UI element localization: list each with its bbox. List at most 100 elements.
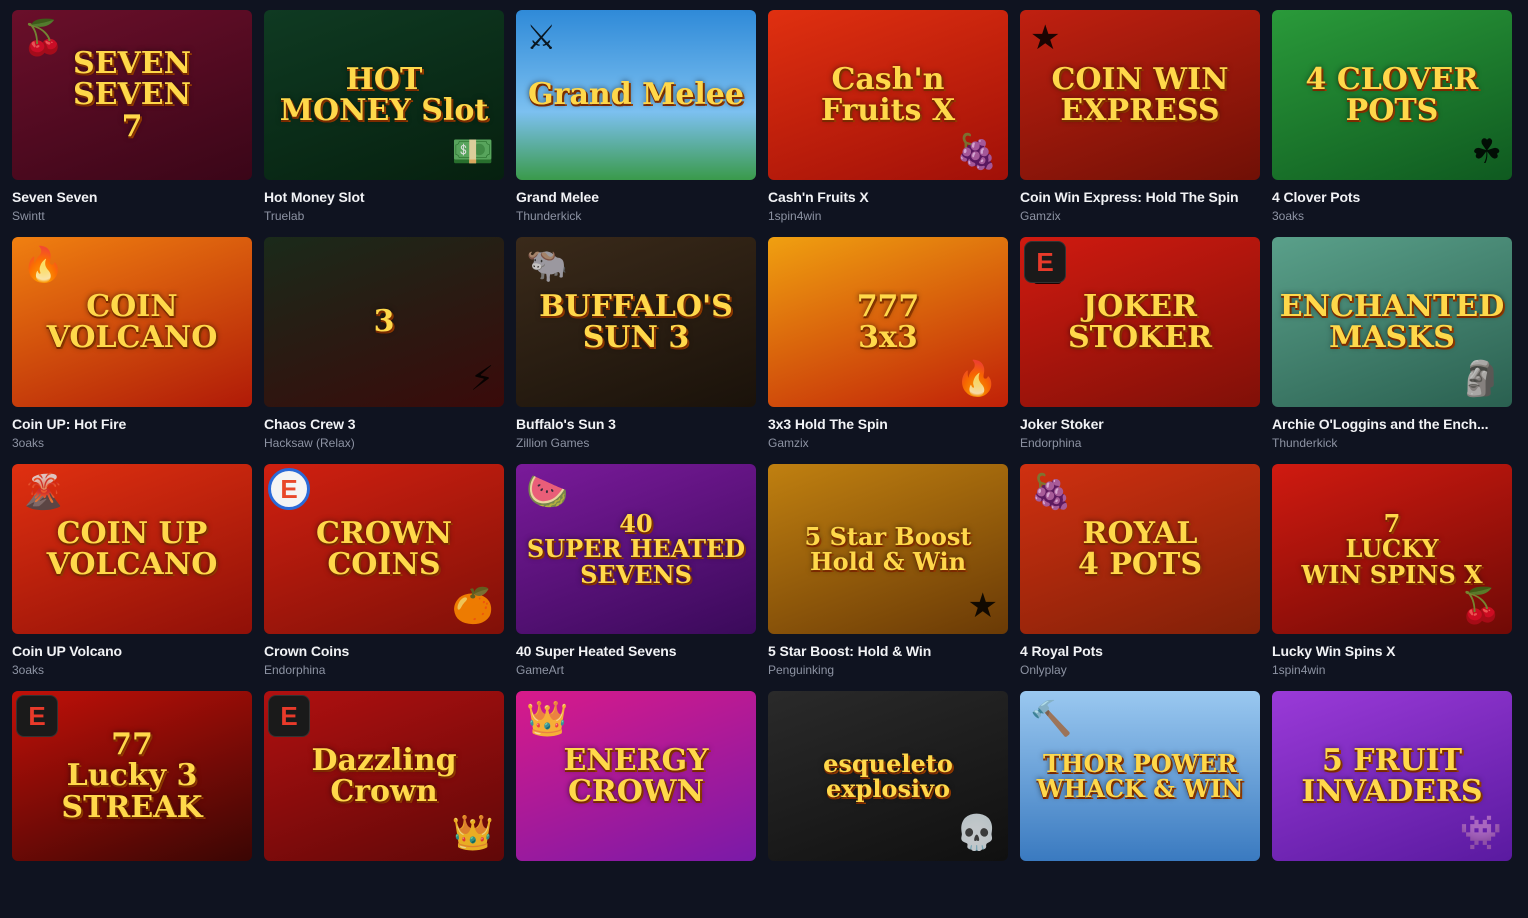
provider-badge-icon: E [268,695,310,737]
game-card[interactable]: ★ COIN WIN EXPRESS Coin Win Express: Hold … [1020,10,1260,237]
provider-badge-icon: E [16,695,58,737]
volcano-icon: 🔥 [22,245,65,285]
game-thumbnail[interactable]: 🍇 ROYAL 4 POTS [1020,464,1260,634]
game-logo-art: Dazzling Crown [311,742,457,809]
game-card[interactable]: 🍉 40 SUPER HEATED SEVENS 40 Super Heated S… [516,464,756,691]
game-card[interactable]: ★ 5 Star Boost Hold & Win 5 Star Boost: Ho… [768,464,1008,691]
game-card[interactable]: 🍒 7 LUCKY WIN SPINS X Lucky Win Spins X 1sp… [1272,464,1512,691]
game-thumbnail[interactable]: 👑 Dazzling Crown E [264,691,504,861]
game-title[interactable]: Archie O'Loggins and the Ench... [1272,416,1512,432]
game-logo-art: ROYAL 4 POTS [1078,515,1202,582]
game-card[interactable]: 🃏JOKER STOKERE Joker Stoker Endorphina [1020,237,1260,464]
game-title[interactable]: Crown Coins [264,643,504,659]
game-logo-art: ENCHANTED MASKS [1279,288,1505,355]
game-thumbnail[interactable]: 🍇 Cash'n Fruits X [768,10,1008,180]
game-title[interactable]: Joker Stoker [1020,416,1260,432]
coin-icon: ★ [1030,18,1061,58]
game-card[interactable]: 💵 HOT MONEY Slot Hot Money Slot Truelab [264,10,504,237]
game-provider: 1spin4win [1272,663,1326,677]
game-logo-art: JOKER STOKER [1068,288,1212,355]
cash-icon: 💵 [451,132,494,172]
game-card[interactable]: 🔥 777 3x3 3x3 Hold The Spin Gamzix [768,237,1008,464]
game-title[interactable]: 40 Super Heated Sevens [516,643,756,659]
game-title[interactable]: Cash'n Fruits X [768,189,1008,205]
game-thumbnail[interactable]: ⚡ 3 [264,237,504,407]
game-title[interactable]: Coin Win Express: Hold The Spin [1020,189,1260,205]
game-thumbnail[interactable]: 💀 esqueleto explosivo [768,691,1008,861]
game-provider: Thunderkick [516,209,582,223]
crown-icon: 🍊 [451,586,494,626]
game-thumbnail[interactable]: 🍒 SEVEN SEVEN 7 [12,10,252,180]
game-thumbnail[interactable]: 🌋 COIN UP VOLCANO [12,464,252,634]
game-logo-art: 5 Star Boost Hold & Win [804,521,972,576]
game-title[interactable]: Seven Seven [12,189,252,205]
game-title[interactable]: Buffalo's Sun 3 [516,416,756,432]
game-card[interactable]: 🗿 ENCHANTED MASKS Archie O'Loggins and the… [1272,237,1512,464]
game-logo-art: COIN VOLCANO [46,288,218,355]
game-card[interactable]: 🍇 ROYAL 4 POTS 4 Royal Pots Onlyplay [1020,464,1260,691]
grape-icon: 🍇 [1030,472,1073,512]
game-logo-art: 77 Lucky 3 STREAK [61,726,203,825]
game-logo-art: COIN WIN EXPRESS [1051,61,1229,128]
game-title[interactable]: Coin UP: Hot Fire [12,416,252,432]
game-thumbnail[interactable]: 🍒 7 LUCKY WIN SPINS X [1272,464,1512,634]
game-card[interactable]: 🌋 COIN UP VOLCANO Coin UP Volcano 3oaks [12,464,252,691]
volcano-icon: 🌋 [22,472,65,512]
game-card[interactable]: 👾 5 FRUIT INVADERS [1272,691,1512,918]
game-title[interactable]: Hot Money Slot [264,189,504,205]
game-logo-art: 40 SUPER HEATED SEVENS [526,509,746,589]
game-provider: GameArt [516,663,565,677]
chaos-icon: ⚡ [470,359,494,399]
game-thumbnail[interactable]: 🔥77 Lucky 3 STREAKE [12,691,252,861]
game-thumbnail[interactable]: 👾 5 FRUIT INVADERS [1272,691,1512,861]
game-title[interactable]: 4 Clover Pots [1272,189,1512,205]
game-thumbnail[interactable]: 👑 ENERGY CROWN [516,691,756,861]
mask-icon: 🗿 [1459,359,1502,399]
game-title[interactable]: Chaos Crew 3 [264,416,504,432]
game-title[interactable]: 4 Royal Pots [1020,643,1260,659]
game-thumbnail[interactable]: ⚔ Grand Melee [516,10,756,180]
game-title[interactable]: 3x3 Hold The Spin [768,416,1008,432]
game-thumbnail[interactable]: 🔥 COIN VOLCANO [12,237,252,407]
game-card[interactable]: 🔥 COIN VOLCANO Coin UP: Hot Fire 3oaks [12,237,252,464]
game-card[interactable]: 🔥77 Lucky 3 STREAKE [12,691,252,918]
game-thumbnail[interactable]: 🐃 BUFFALO'S SUN 3 [516,237,756,407]
game-title[interactable]: 5 Star Boost: Hold & Win [768,643,1008,659]
game-card[interactable]: 🍇 Cash'n Fruits X Cash'n Fruits X 1spin4win [768,10,1008,237]
game-thumbnail[interactable]: 🍊 CROWN COINS E [264,464,504,634]
game-logo-art: HOT MONEY Slot [279,61,489,128]
game-card[interactable]: 🐃 BUFFALO'S SUN 3 Buffalo's Sun 3 Zillion G… [516,237,756,464]
game-card[interactable]: 🔨 THOR POWER WHACK & WIN [1020,691,1260,918]
game-card[interactable]: 👑 Dazzling Crown E [264,691,504,918]
game-thumbnail[interactable]: ☘ 4 CLOVER POTS [1272,10,1512,180]
game-logo-art: Cash'n Fruits X [820,61,956,128]
game-thumbnail[interactable]: ★ COIN WIN EXPRESS [1020,10,1260,180]
game-provider: Truelab [264,209,305,223]
game-card[interactable]: 🍊 CROWN COINS E Crown Coins Endorphina [264,464,504,691]
game-logo-art: BUFFALO'S SUN 3 [539,288,733,355]
game-provider: Onlyplay [1020,663,1067,677]
game-grid: 🍒 SEVEN SEVEN 7 Seven Seven Swintt 💵 HOT MONE… [12,10,1512,918]
game-card[interactable]: 🍒 SEVEN SEVEN 7 Seven Seven Swintt [12,10,252,237]
game-thumbnail[interactable]: 💵 HOT MONEY Slot [264,10,504,180]
game-logo-art: CROWN COINS [315,515,453,582]
alien-icon: 👾 [1459,813,1502,853]
skull-icon: 💀 [955,813,998,853]
game-card[interactable]: 💀 esqueleto explosivo [768,691,1008,918]
game-thumbnail[interactable]: 🃏JOKER STOKERE [1020,237,1260,407]
game-title[interactable]: Grand Melee [516,189,756,205]
game-logo-art: SEVEN SEVEN 7 [72,45,192,144]
game-title[interactable]: Lucky Win Spins X [1272,643,1512,659]
game-thumbnail[interactable]: 🔥 777 3x3 [768,237,1008,407]
game-card[interactable]: ☘ 4 CLOVER POTS 4 Clover Pots 3oaks [1272,10,1512,237]
game-card[interactable]: ⚡ 3 Chaos Crew 3 Hacksaw (Relax) [264,237,504,464]
game-thumbnail[interactable]: ★ 5 Star Boost Hold & Win [768,464,1008,634]
game-logo-art: 777 3x3 [856,288,920,355]
game-card[interactable]: 👑 ENERGY CROWN [516,691,756,918]
game-card[interactable]: ⚔ Grand Melee Grand Melee Thunderkick [516,10,756,237]
crown-icon: 👑 [451,813,494,853]
game-thumbnail[interactable]: 🍉 40 SUPER HEATED SEVENS [516,464,756,634]
game-thumbnail[interactable]: 🗿 ENCHANTED MASKS [1272,237,1512,407]
game-title[interactable]: Coin UP Volcano [12,643,252,659]
game-thumbnail[interactable]: 🔨 THOR POWER WHACK & WIN [1020,691,1260,861]
